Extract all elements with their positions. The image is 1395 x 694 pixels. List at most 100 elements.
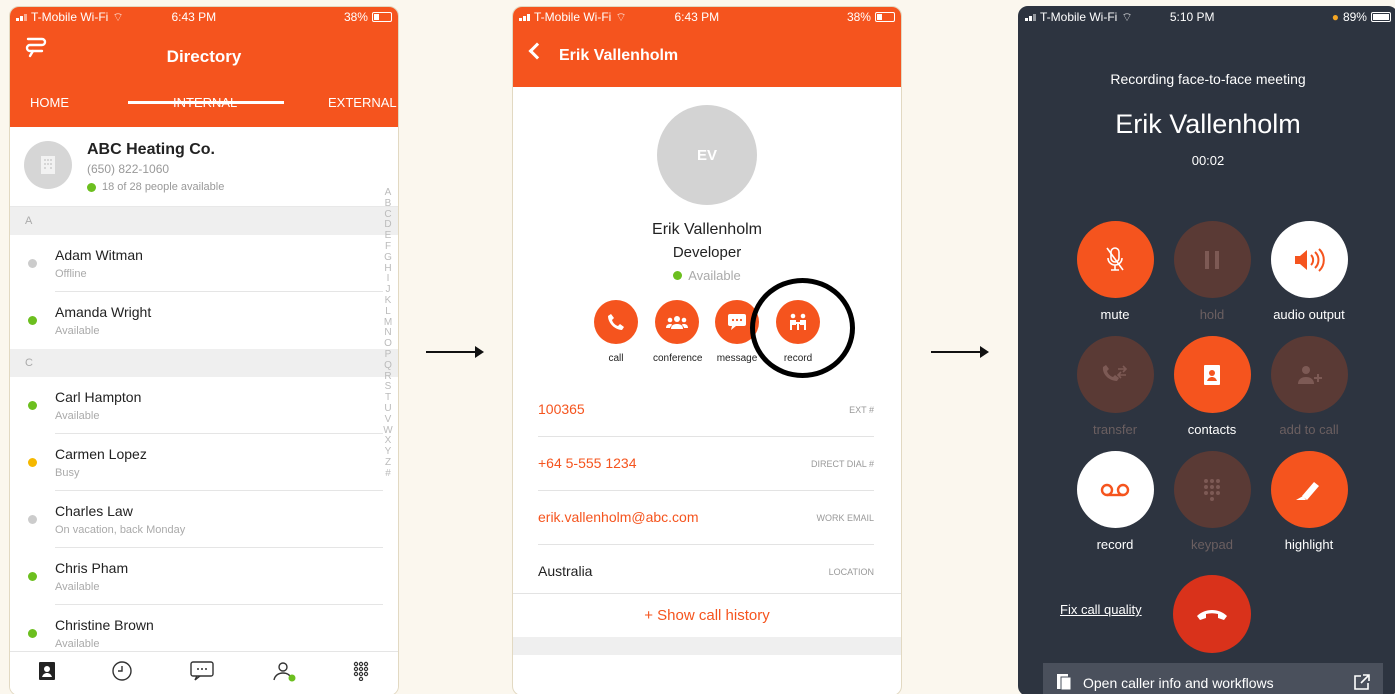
highlight-button[interactable]: highlight bbox=[1254, 451, 1364, 552]
show-call-history-button[interactable]: + Show call history bbox=[513, 593, 901, 637]
clock: 5:10 PM bbox=[1169, 10, 1215, 24]
presence-dot bbox=[28, 572, 37, 581]
contact-name: Erik Vallenholm bbox=[652, 221, 762, 238]
fix-call-quality-link[interactable]: Fix call quality bbox=[1060, 602, 1142, 617]
contact-status: On vacation, back Monday bbox=[55, 524, 186, 536]
battery-icon bbox=[874, 12, 895, 22]
alphabet-letter[interactable]: G bbox=[383, 252, 393, 264]
location-value: Australia bbox=[538, 563, 593, 579]
contact-name: Amanda Wright bbox=[55, 304, 152, 320]
contacts-label: contacts bbox=[1187, 422, 1237, 437]
battery-percent: 38% bbox=[846, 10, 871, 24]
location-field: Australia LOCATION bbox=[538, 545, 874, 599]
highlight-label: highlight bbox=[1284, 537, 1334, 552]
direct-dial-field[interactable]: +64 5-555 1234 DIRECT DIAL # bbox=[538, 437, 874, 491]
document-icon bbox=[1055, 673, 1073, 694]
clock: 6:43 PM bbox=[171, 10, 217, 24]
user-status-icon[interactable] bbox=[271, 660, 297, 687]
company-name: ABC Heating Co. bbox=[87, 141, 215, 158]
contact-name: Christine Brown bbox=[55, 617, 154, 633]
end-call-button[interactable] bbox=[1173, 575, 1251, 653]
contact-row[interactable]: Charles Law On vacation, back Monday bbox=[10, 491, 398, 548]
alphabet-letter[interactable]: L bbox=[383, 306, 393, 318]
orange-dot-icon: ● bbox=[1331, 10, 1339, 24]
wifi-icon: ⌔ bbox=[615, 9, 627, 24]
transfer-button[interactable]: transfer bbox=[1060, 336, 1170, 437]
bottom-nav bbox=[10, 651, 398, 694]
carrier-label: T-Mobile Wi-Fi bbox=[534, 10, 612, 24]
contact-list: A Adam Witman Offline Amanda Wright Availabl… bbox=[10, 207, 398, 662]
alphabet-index[interactable]: A B C D E F G H I J K L M N O P Q R S T U V W X Y Z # bbox=[383, 187, 393, 480]
contact-row[interactable]: Amanda Wright Available bbox=[10, 292, 398, 349]
caller-info-bar[interactable]: Open caller info and workflows bbox=[1043, 663, 1383, 694]
company-phone: (650) 822-1060 bbox=[87, 162, 170, 176]
messages-icon[interactable] bbox=[189, 660, 215, 687]
call-timer: 00:02 bbox=[1191, 153, 1225, 168]
contact-status: Available bbox=[55, 638, 100, 650]
divider bbox=[513, 637, 901, 655]
status-bar: T-Mobile Wi-Fi ⌔ 5:10 PM ● 89% bbox=[1019, 7, 1395, 27]
keypad-icon bbox=[1173, 451, 1251, 528]
alphabet-letter[interactable]: Q bbox=[383, 360, 393, 372]
profile-header: T-Mobile Wi-Fi ⌔ 6:43 PM 38% Erik Vallenh… bbox=[513, 7, 901, 87]
add-to-call-button[interactable]: add to call bbox=[1254, 336, 1364, 437]
direct-dial-label: DIRECT DIAL # bbox=[810, 459, 874, 469]
audio-output-label: audio output bbox=[1273, 307, 1345, 322]
caller-name: Erik Vallenholm bbox=[1115, 109, 1301, 139]
contact-status: Busy bbox=[55, 467, 80, 479]
contact-row[interactable]: Carl Hampton Available bbox=[10, 377, 398, 434]
battery-percent: 38% bbox=[343, 10, 368, 24]
history-icon[interactable] bbox=[111, 660, 133, 687]
conference-button[interactable]: conference bbox=[653, 300, 703, 364]
call-button[interactable]: call bbox=[592, 300, 640, 364]
caller-info-label: Open caller info and workflows bbox=[1083, 675, 1274, 691]
profile-screen: T-Mobile Wi-Fi ⌔ 6:43 PM 38% Erik Vallenh… bbox=[512, 6, 902, 694]
availability-text: 18 of 28 people available bbox=[102, 181, 225, 193]
keypad-label: keypad bbox=[1191, 537, 1233, 552]
tab-external[interactable]: EXTERNAL bbox=[328, 95, 397, 110]
presence-dot bbox=[28, 629, 37, 638]
back-chevron-icon[interactable] bbox=[528, 42, 546, 60]
contacts-button[interactable]: contacts bbox=[1157, 336, 1267, 437]
contact-role: Developer bbox=[672, 244, 742, 261]
highlighter-icon bbox=[1270, 451, 1348, 528]
mute-button[interactable]: mute bbox=[1060, 221, 1170, 322]
signal-icon bbox=[519, 13, 530, 21]
clock: 6:43 PM bbox=[674, 10, 720, 24]
hold-button[interactable]: hold bbox=[1157, 221, 1267, 322]
alphabet-letter[interactable]: V bbox=[383, 414, 393, 426]
dialpad-icon[interactable] bbox=[352, 661, 370, 686]
contact-row[interactable]: Adam Witman Offline bbox=[10, 235, 398, 292]
availability-dot bbox=[87, 182, 96, 192]
contact-row[interactable]: Chris Pham Available bbox=[10, 548, 398, 605]
tab-home[interactable]: HOME bbox=[30, 95, 69, 110]
contact-name: Carmen Lopez bbox=[55, 446, 147, 462]
contact-row[interactable]: Carmen Lopez Busy bbox=[10, 434, 398, 491]
record-call-button[interactable]: record bbox=[1060, 451, 1170, 552]
directory-header: T-Mobile Wi-Fi ⌔ 6:43 PM 38% Directory HO… bbox=[10, 7, 398, 127]
conference-label: conference bbox=[653, 353, 703, 364]
direct-dial-value: +64 5-555 1234 bbox=[538, 455, 637, 471]
alphabet-letter[interactable]: B bbox=[383, 198, 393, 210]
audio-output-button[interactable]: audio output bbox=[1254, 221, 1364, 322]
alphabet-letter[interactable]: # bbox=[383, 468, 393, 480]
avatar: EV bbox=[657, 105, 757, 205]
record-call-label: record bbox=[1096, 537, 1134, 552]
carrier-label: T-Mobile Wi-Fi bbox=[1040, 10, 1118, 24]
company-availability: 18 of 28 people available bbox=[87, 181, 224, 193]
company-card[interactable]: ABC Heating Co. (650) 822-1060 18 of 28 … bbox=[10, 127, 398, 207]
email-field[interactable]: erik.vallenholm@abc.com WORK EMAIL bbox=[538, 491, 874, 545]
contact-name: Chris Pham bbox=[55, 560, 129, 576]
section-header: A bbox=[10, 207, 398, 235]
active-tab-indicator bbox=[128, 101, 284, 104]
availability-dot bbox=[673, 271, 683, 280]
keypad-button[interactable]: keypad bbox=[1157, 451, 1267, 552]
header-title: Erik Vallenholm bbox=[559, 47, 679, 64]
email-label: WORK EMAIL bbox=[816, 513, 874, 523]
contacts-icon[interactable] bbox=[38, 661, 56, 686]
section-header: C bbox=[10, 349, 398, 377]
ext-field[interactable]: 100365 EXT # bbox=[538, 383, 874, 437]
external-link-icon[interactable] bbox=[1353, 673, 1371, 694]
battery-icon bbox=[1370, 12, 1391, 22]
availability-text: Available bbox=[688, 268, 741, 283]
